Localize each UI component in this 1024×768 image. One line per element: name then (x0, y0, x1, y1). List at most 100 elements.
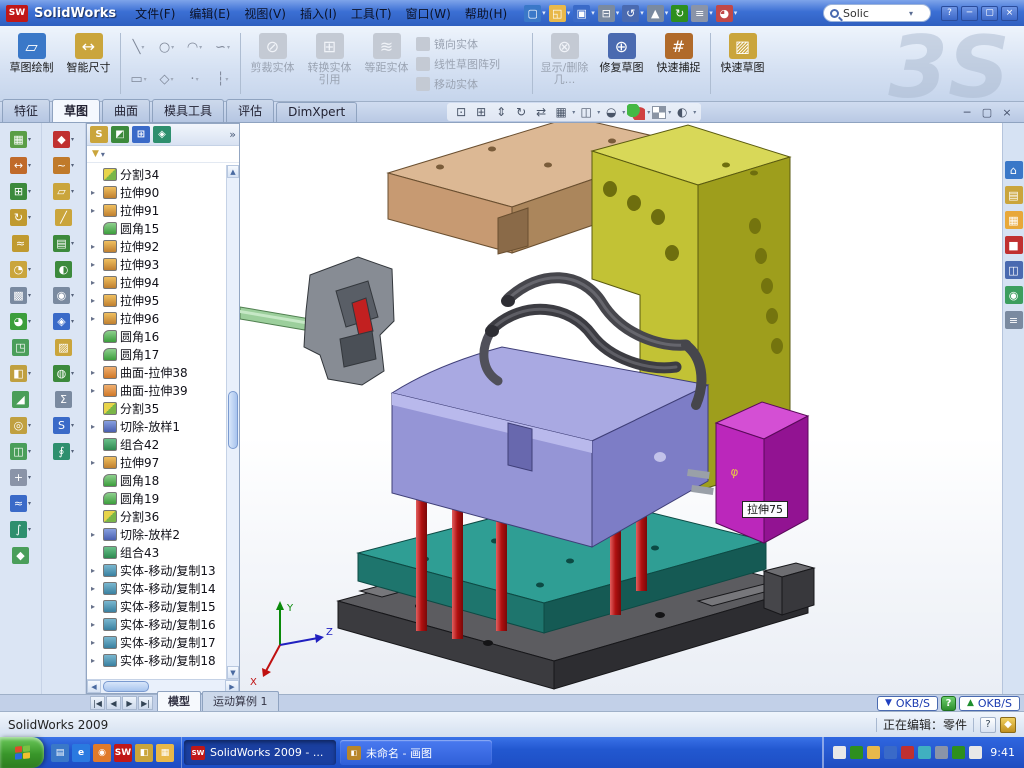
select-button[interactable]: ▲▾ (647, 5, 669, 22)
appearance-button[interactable]: ◕▾ (716, 5, 738, 22)
expand-arrow-icon[interactable]: ▸ (91, 638, 100, 647)
trim-entities-button[interactable]: ⊘剪裁实体 (245, 28, 300, 99)
material-tool-button[interactable]: ▤▾ (53, 235, 74, 252)
edit-appearance-icon[interactable] (627, 104, 645, 120)
curves-tool-button[interactable]: ≈▾ (10, 495, 31, 512)
tree-item[interactable]: 圆角18 (87, 471, 239, 489)
expand-arrow-icon[interactable]: ▸ (91, 656, 100, 665)
rotate-view-icon[interactable]: ↻ (512, 104, 530, 120)
plane-tool-button[interactable]: ▱▾ (53, 183, 74, 200)
pattern-tool-button[interactable]: ▩▾ (10, 287, 31, 304)
tree-item[interactable]: ▸拉伸92 (87, 237, 239, 255)
undo-button[interactable]: ↺▾ (622, 5, 644, 22)
tree-item[interactable]: 圆角15 (87, 219, 239, 237)
network-icon[interactable] (884, 746, 897, 759)
mirror-tool-button[interactable]: ◫▾ (10, 443, 31, 460)
tree-item[interactable]: ▸实体-移动/复制15 (87, 597, 239, 615)
tree-item[interactable]: 分割36 (87, 507, 239, 525)
close-window-icon[interactable]: × (1000, 106, 1014, 119)
maximize-icon[interactable]: ▢ (981, 6, 998, 21)
search-input[interactable] (843, 7, 905, 20)
tab-mold-tools[interactable]: 模具工具 (152, 99, 224, 122)
expand-arrow-icon[interactable]: ▸ (91, 620, 100, 629)
update-icon[interactable] (952, 746, 965, 759)
folder-quicklaunch-icon[interactable]: ▦ (156, 744, 174, 762)
tree-item[interactable]: ▸实体-移动/复制17 (87, 633, 239, 651)
apply-scene-icon[interactable] (652, 106, 666, 119)
download-manager-icon[interactable] (918, 746, 931, 759)
status-tag-icon[interactable]: ◆ (1000, 717, 1016, 733)
solidworks-quicklaunch-icon[interactable]: SW (114, 744, 132, 762)
smart-dimension-button[interactable]: ↔智能尺寸 (61, 28, 116, 99)
panel-overflow-chevron[interactable]: » (229, 128, 236, 141)
prev-tab-button[interactable]: ◀ (106, 696, 121, 710)
expand-arrow-icon[interactable]: ▸ (91, 242, 100, 251)
hole-wizard-button[interactable]: ◎▾ (10, 417, 31, 434)
hide-show-items-icon[interactable]: ◒ (602, 104, 620, 120)
offset-entities-button[interactable]: ≋等距实体 (359, 28, 414, 99)
curve-tool-button[interactable]: ~▾ (53, 157, 74, 174)
mirror-entities-button[interactable]: 镜向实体 (416, 36, 528, 52)
zoom-fit-icon[interactable]: ⊡ (452, 104, 470, 120)
tree-item[interactable]: 组合43 (87, 543, 239, 561)
file-explorer-icon[interactable]: ▦ (1005, 211, 1023, 229)
tree-item[interactable]: 圆角17 (87, 345, 239, 363)
dropdown-caret-icon[interactable]: ▾ (693, 109, 696, 116)
rebuild-button[interactable]: ↻ (671, 5, 688, 22)
antivirus-icon[interactable] (850, 746, 863, 759)
minimize-icon[interactable]: ─ (961, 6, 978, 21)
tree-item[interactable]: ▸拉伸90 (87, 183, 239, 201)
zoom-area-icon[interactable]: ⊞ (472, 104, 490, 120)
axis-tool-button[interactable]: ╱ (55, 209, 72, 226)
freeform-tool-button[interactable]: S▾ (53, 417, 74, 434)
close-icon[interactable]: × (1001, 6, 1018, 21)
task-button[interactable]: SWSolidWorks 2009 - ... (184, 740, 336, 765)
extrude-tool-button[interactable]: ⊞▾ (10, 183, 31, 200)
expand-arrow-icon[interactable]: ▸ (91, 602, 100, 611)
download-meter[interactable]: ▼ OKB/S (877, 696, 938, 711)
tree-item[interactable]: ▸拉伸95 (87, 291, 239, 309)
search-dropdown-icon[interactable]: ▾ (909, 9, 913, 18)
texture-tool-button[interactable]: ▨ (55, 339, 72, 356)
minimize-window-icon[interactable]: ─ (960, 106, 974, 119)
media-player-icon[interactable]: ◉ (93, 744, 111, 762)
model-slider-block[interactable]: φ (716, 402, 808, 543)
model-canvas[interactable]: φ Y Z X (240, 123, 1002, 694)
tree-item[interactable]: ▸曲面-拉伸39 (87, 381, 239, 399)
options-button[interactable]: ≡▾ (691, 5, 713, 22)
spline-handle-tool-button[interactable]: ∮▾ (53, 443, 74, 460)
dropdown-caret-icon[interactable]: ▾ (622, 109, 625, 116)
tree-item[interactable]: 圆角16 (87, 327, 239, 345)
model-support-block[interactable] (764, 563, 814, 615)
design-library-icon[interactable]: ▤ (1005, 186, 1023, 204)
tree-item[interactable]: ▸实体-移动/复制14 (87, 579, 239, 597)
toolbox-icon[interactable]: ■ (1005, 236, 1023, 254)
model-insert-block[interactable] (304, 257, 394, 385)
camera-tool-button[interactable]: ◉▾ (53, 287, 74, 304)
expand-arrow-icon[interactable]: ▸ (91, 458, 100, 467)
draft-tool-button[interactable]: ◢ (12, 391, 29, 408)
save-button[interactable]: ▣▾ (573, 5, 595, 22)
security-alert-icon[interactable] (901, 746, 914, 759)
configurationmanager-tab-icon[interactable]: ⊞ (132, 126, 150, 143)
next-tab-button[interactable]: ▶ (122, 696, 137, 710)
vscroll-thumb[interactable] (228, 391, 238, 449)
equations-tool-button[interactable]: Σ (55, 391, 72, 408)
dropdown-caret-icon[interactable]: ▾ (597, 109, 600, 116)
tree-item[interactable]: 分割35 (87, 399, 239, 417)
menu-tools[interactable]: 工具(T) (344, 5, 399, 23)
tree-item[interactable]: ▸实体-移动/复制13 (87, 561, 239, 579)
centerline-icon[interactable]: ┆ (209, 64, 236, 95)
spline-icon[interactable]: ∽ (209, 32, 236, 63)
scroll-left-icon[interactable]: ◀ (87, 680, 101, 693)
tree-item[interactable]: ▸曲面-拉伸38 (87, 363, 239, 381)
expand-arrow-icon[interactable]: ▸ (91, 584, 100, 593)
filter-icon[interactable]: ▼ (92, 149, 99, 159)
expand-arrow-icon[interactable]: ▸ (91, 368, 100, 377)
tree-item[interactable]: ▸拉伸93 (87, 255, 239, 273)
messenger-icon[interactable] (867, 746, 880, 759)
tree-item[interactable]: ▸切除-放样1 (87, 417, 239, 435)
resources-home-icon[interactable]: ⌂ (1005, 161, 1023, 179)
tree-item[interactable]: ▸拉伸94 (87, 273, 239, 291)
quick-snaps-button[interactable]: #快速捕捉 (651, 28, 706, 99)
